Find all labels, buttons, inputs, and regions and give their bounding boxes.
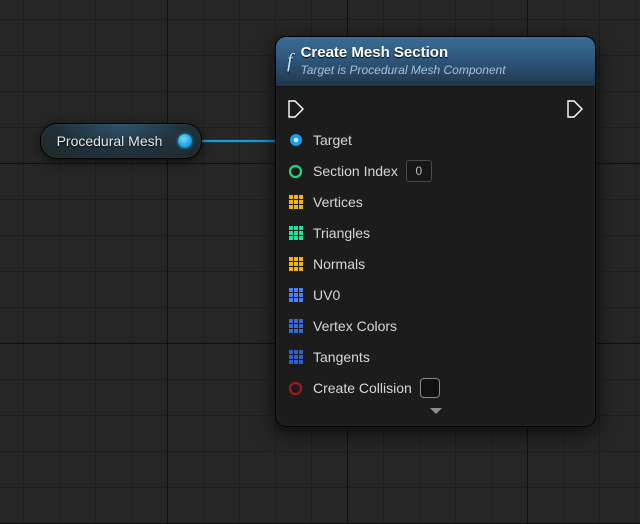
pin-section-index[interactable] <box>288 164 303 179</box>
pin-target[interactable] <box>288 133 303 148</box>
pin-label-target: Target <box>313 132 352 148</box>
blueprint-graph-canvas[interactable]: Procedural Mesh f Create Mesh Section Ta… <box>0 0 640 524</box>
variable-output-pin[interactable] <box>178 134 192 148</box>
pin-row-tangents: Tangents <box>288 342 583 373</box>
pin-row-create-collision: Create Collision <box>288 373 583 404</box>
pin-label-vertex-colors: Vertex Colors <box>313 318 397 334</box>
pin-row-section-index: Section Index 0 <box>288 156 583 187</box>
checkbox-create-collision[interactable] <box>420 378 440 398</box>
function-node-title: Create Mesh Section <box>301 44 506 63</box>
pin-create-collision[interactable] <box>288 381 303 396</box>
pin-row-normals: Normals <box>288 249 583 280</box>
pin-triangles[interactable] <box>288 226 303 241</box>
pin-row-target: Target <box>288 125 583 156</box>
pin-normals[interactable] <box>288 257 303 272</box>
pin-label-vertices: Vertices <box>313 194 363 210</box>
variable-node-label: Procedural Mesh <box>41 133 178 149</box>
pin-vertices[interactable] <box>288 195 303 210</box>
pin-label-uv0: UV0 <box>313 287 340 303</box>
function-node-create-mesh-section[interactable]: f Create Mesh Section Target is Procedur… <box>275 36 596 427</box>
pin-label-section-index: Section Index <box>313 163 398 179</box>
function-node-header[interactable]: f Create Mesh Section Target is Procedur… <box>276 37 595 87</box>
function-icon: f <box>287 51 293 71</box>
function-node-subtitle: Target is Procedural Mesh Component <box>301 63 506 78</box>
pin-row-vertices: Vertices <box>288 187 583 218</box>
pin-label-normals: Normals <box>313 256 365 272</box>
pin-tangents[interactable] <box>288 350 303 365</box>
pin-row-vertex-colors: Vertex Colors <box>288 311 583 342</box>
pin-vertex-colors[interactable] <box>288 319 303 334</box>
exec-pin-in[interactable] <box>288 100 304 118</box>
pin-label-create-collision: Create Collision <box>313 380 412 396</box>
pin-row-triangles: Triangles <box>288 218 583 249</box>
input-section-index[interactable]: 0 <box>406 160 432 182</box>
exec-pin-out[interactable] <box>567 100 583 118</box>
pin-label-triangles: Triangles <box>313 225 370 241</box>
pin-label-tangents: Tangents <box>313 349 370 365</box>
pin-row-uv0: UV0 <box>288 280 583 311</box>
expand-node-chevron-down-icon[interactable] <box>288 404 583 422</box>
function-node-body: Target Section Index 0 Vertices <box>276 87 595 426</box>
pin-uv0[interactable] <box>288 288 303 303</box>
variable-node-procedural-mesh[interactable]: Procedural Mesh <box>40 123 202 159</box>
